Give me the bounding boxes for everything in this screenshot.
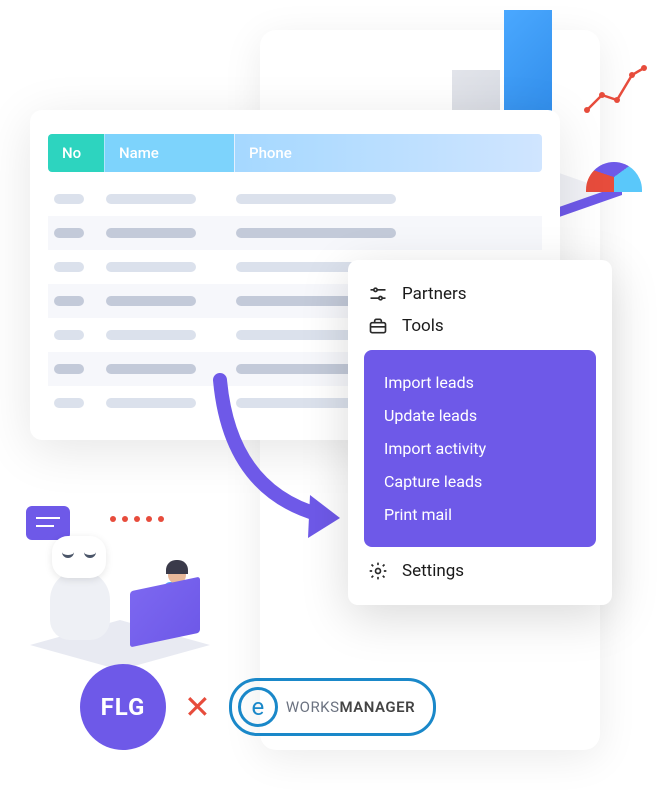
line-graph-icon <box>582 60 652 120</box>
column-header-phone: Phone <box>234 134 542 172</box>
loading-dots-icon <box>110 516 164 522</box>
eworks-e-icon: e <box>238 687 278 727</box>
speech-bubble-icon <box>26 506 70 540</box>
menu-label: Settings <box>402 561 464 581</box>
table-row[interactable] <box>48 182 542 216</box>
submenu-update-leads[interactable]: Update leads <box>384 399 576 432</box>
column-header-no: No <box>48 134 104 172</box>
partnership-logos: FLG ✕ e WORKSMANAGER <box>80 664 436 750</box>
submenu-capture-leads[interactable]: Capture leads <box>384 465 576 498</box>
gear-icon <box>368 561 388 581</box>
menu-label: Partners <box>402 284 467 304</box>
menu-item-partners[interactable]: Partners <box>364 278 596 310</box>
eworks-wordmark: WORKSMANAGER <box>286 698 415 716</box>
table-header-row: No Name Phone <box>48 134 542 172</box>
person-hair <box>166 560 188 574</box>
sliders-icon <box>368 284 388 304</box>
tools-submenu: Import leads Update leads Import activit… <box>364 350 596 547</box>
column-header-name: Name <box>104 134 234 172</box>
robot-head <box>52 536 106 578</box>
x-separator-icon: ✕ <box>184 688 211 726</box>
tools-menu-panel: Partners Tools Import leads Update leads… <box>348 260 612 605</box>
table-row[interactable] <box>48 216 542 250</box>
submenu-import-activity[interactable]: Import activity <box>384 432 576 465</box>
menu-item-settings[interactable]: Settings <box>364 555 596 587</box>
automation-illustration <box>20 490 250 670</box>
submenu-import-leads[interactable]: Import leads <box>384 366 576 399</box>
flg-logo: FLG <box>80 664 166 750</box>
eworks-manager-logo: e WORKSMANAGER <box>229 678 436 736</box>
menu-item-tools[interactable]: Tools <box>364 310 596 342</box>
menu-label: Tools <box>402 316 444 336</box>
submenu-print-mail[interactable]: Print mail <box>384 498 576 531</box>
robot-body <box>50 570 110 640</box>
toolbox-icon <box>368 316 388 336</box>
